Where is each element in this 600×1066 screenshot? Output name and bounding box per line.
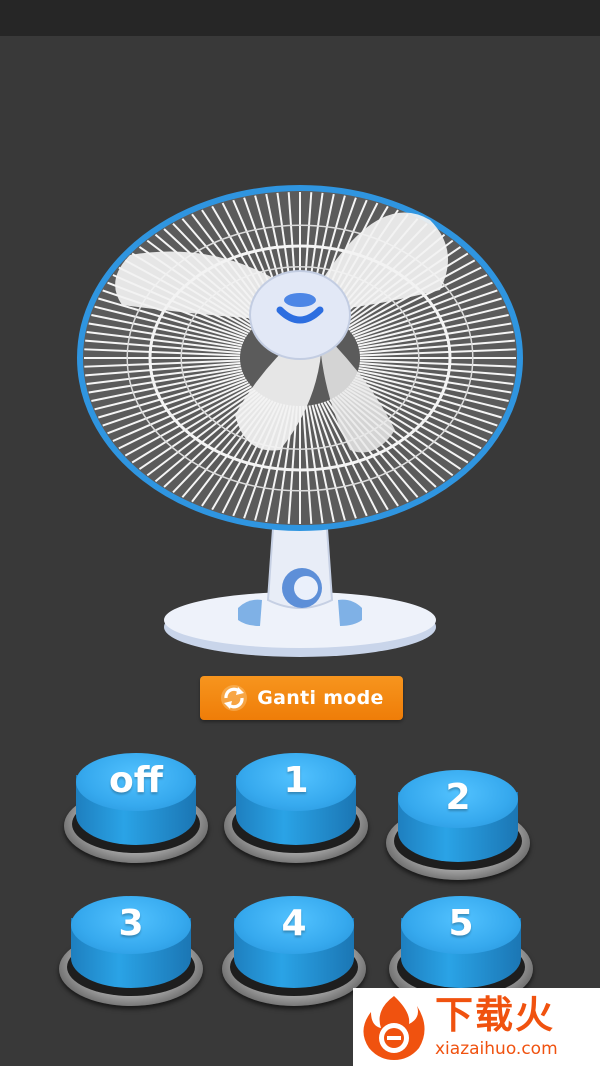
fan-image xyxy=(77,185,523,657)
speed-button-2-label: 2 xyxy=(445,776,471,818)
speed-button-3-label: 3 xyxy=(118,902,144,944)
speed-button-1-label: 1 xyxy=(283,759,309,801)
speed-button-off[interactable]: off xyxy=(60,745,212,875)
change-mode-button[interactable]: Ganti mode xyxy=(200,676,403,720)
speed-button-1[interactable]: 1 xyxy=(220,745,372,875)
speed-button-off-label: off xyxy=(109,759,163,801)
speed-button-5-label: 5 xyxy=(448,902,474,944)
watermark-domain: xiazaihuo.com xyxy=(435,1039,558,1059)
flame-logo-icon xyxy=(363,996,425,1060)
speed-button-4-label: 4 xyxy=(281,902,307,944)
status-bar xyxy=(0,0,600,36)
refresh-icon xyxy=(219,683,249,713)
speed-button-2[interactable]: 2 xyxy=(382,762,534,892)
fan-illustration xyxy=(70,130,530,670)
speed-button-3[interactable]: 3 xyxy=(55,888,207,1018)
watermark-title: 下载火 xyxy=(435,993,556,1037)
watermark: 下载火 xiazaihuo.com xyxy=(353,988,600,1066)
speed-button-4[interactable]: 4 xyxy=(218,888,370,1018)
change-mode-label: Ganti mode xyxy=(257,687,384,709)
